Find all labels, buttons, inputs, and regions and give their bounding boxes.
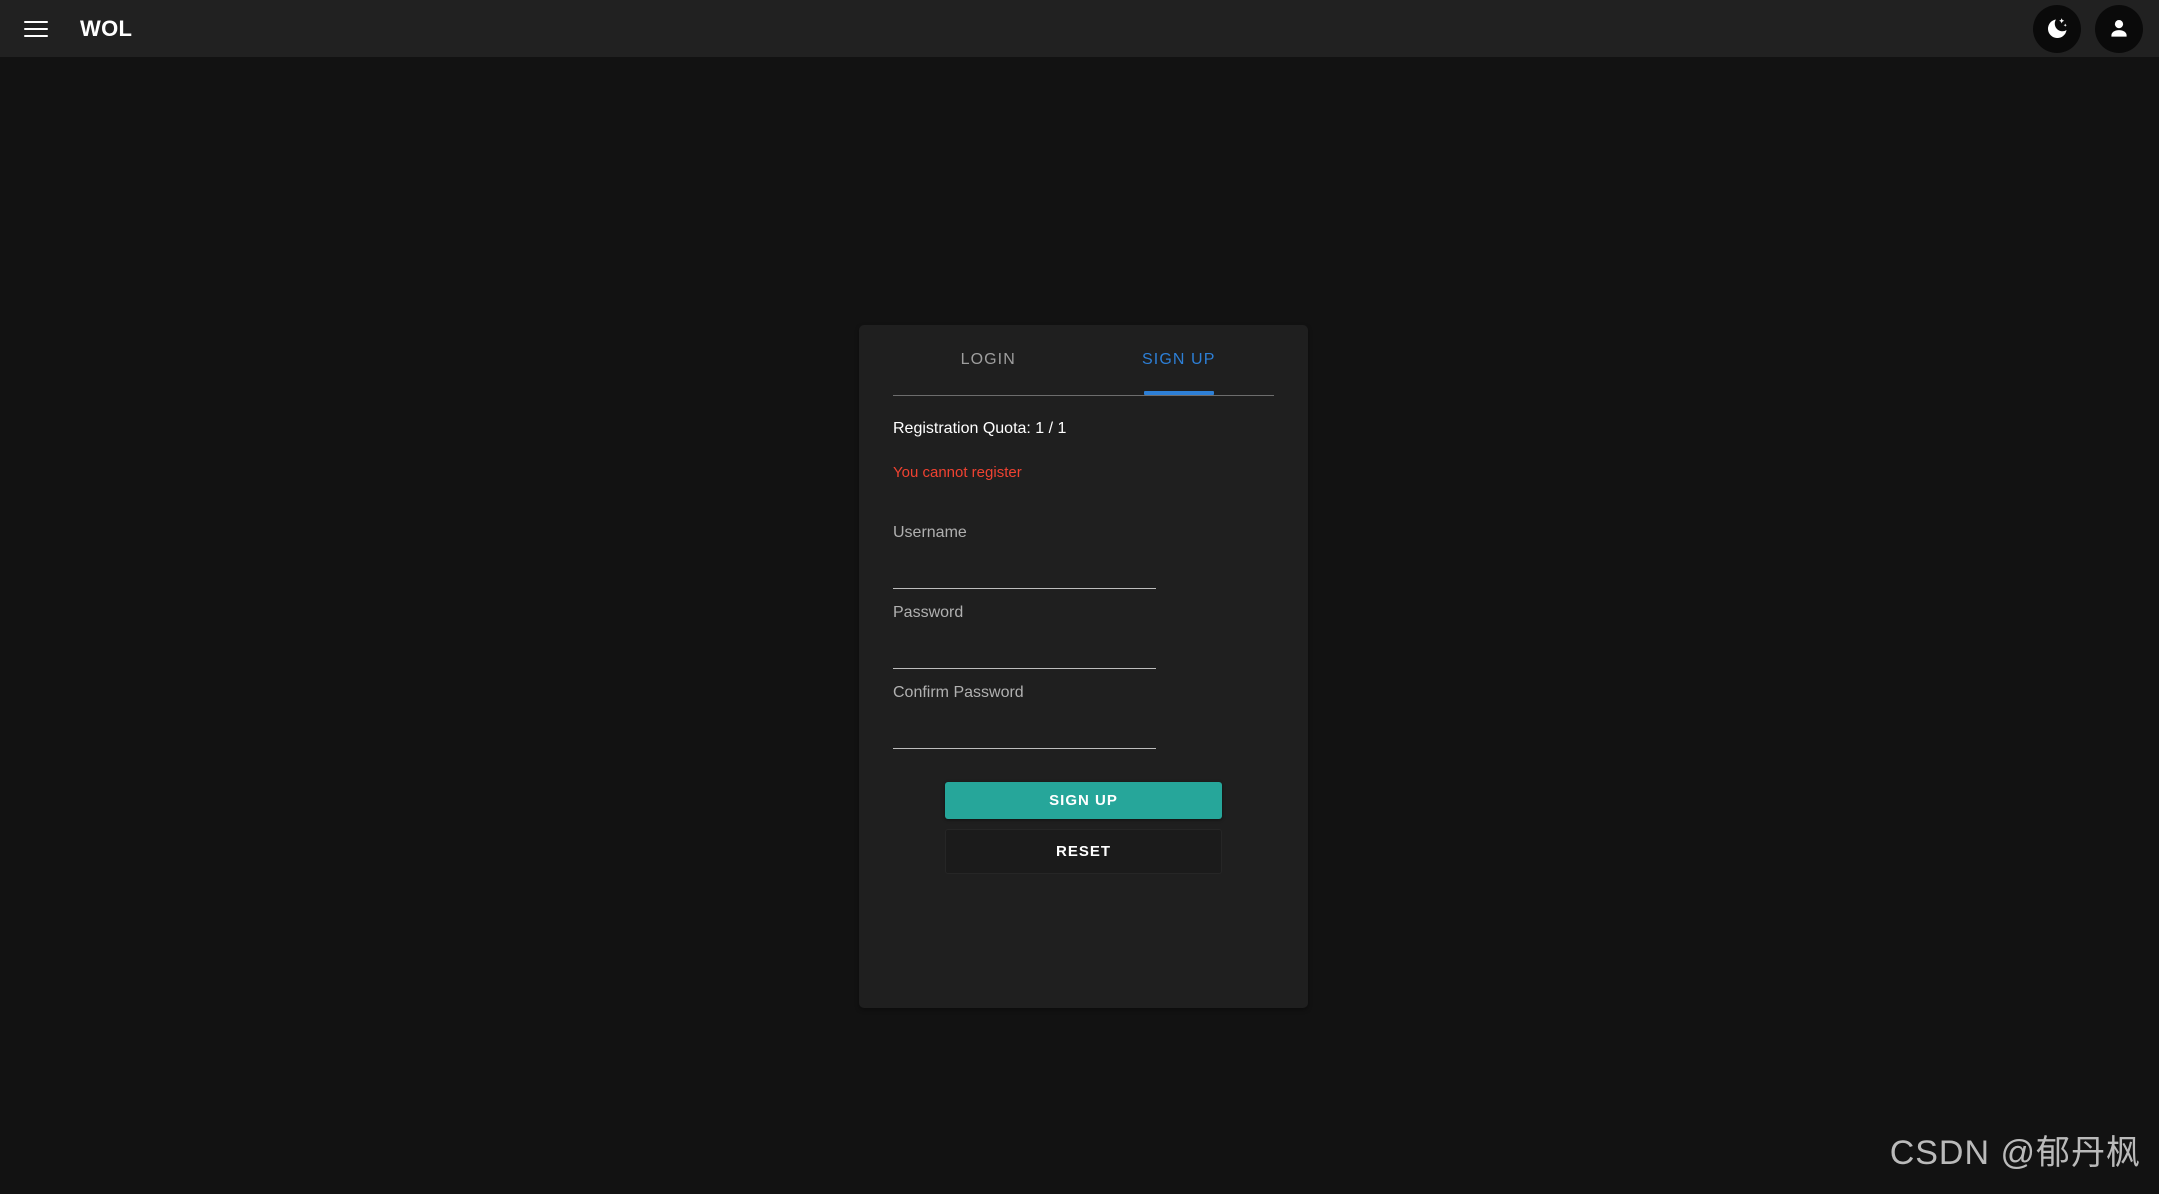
theme-toggle-button[interactable] xyxy=(2033,4,2081,53)
password-field-wrapper: Password xyxy=(893,605,1274,685)
username-input[interactable] xyxy=(893,563,1156,590)
menu-line-2 xyxy=(24,27,48,30)
confirm-password-input[interactable] xyxy=(893,723,1156,750)
watermark: CSDN @郁丹枫 xyxy=(1889,1134,2141,1172)
signup-submit-button[interactable]: SIGN UP xyxy=(945,782,1222,820)
app-title: WOL xyxy=(80,15,133,41)
tab-signup[interactable]: SIGN UP xyxy=(1084,325,1275,395)
dark-mode-moon-icon xyxy=(2044,16,2070,42)
form-actions: SIGN UP RESET xyxy=(893,765,1274,875)
menu-line-3 xyxy=(24,34,48,37)
auth-card: LOGIN SIGN UP Registration Quota: 1 / 1 … xyxy=(859,325,1308,1008)
tab-active-indicator xyxy=(1143,391,1214,395)
registration-warning-text: You cannot register xyxy=(893,464,1022,482)
menu-line-1 xyxy=(24,20,48,23)
confirm-password-label: Confirm Password xyxy=(893,684,1024,702)
reset-button[interactable]: RESET xyxy=(945,829,1222,875)
tab-signup-label: SIGN UP xyxy=(1142,351,1216,368)
password-label: Password xyxy=(893,604,964,622)
registration-quota-text: Registration Quota: 1 / 1 xyxy=(893,420,1067,437)
tab-login-label: LOGIN xyxy=(960,351,1016,368)
confirm-password-field-wrapper: Confirm Password xyxy=(893,685,1274,765)
auth-tabs: LOGIN SIGN UP xyxy=(859,325,1308,395)
tab-login[interactable]: LOGIN xyxy=(893,325,1084,395)
account-button[interactable] xyxy=(2095,4,2143,53)
username-label: Username xyxy=(893,524,967,542)
username-field-wrapper: Username xyxy=(893,525,1274,605)
app-bar: WOL xyxy=(0,0,2159,57)
account-person-icon xyxy=(2106,16,2132,42)
signup-form: Registration Quota: 1 / 1 You cannot reg… xyxy=(859,396,1308,875)
password-input[interactable] xyxy=(893,643,1156,670)
hamburger-menu-icon[interactable] xyxy=(14,7,58,51)
